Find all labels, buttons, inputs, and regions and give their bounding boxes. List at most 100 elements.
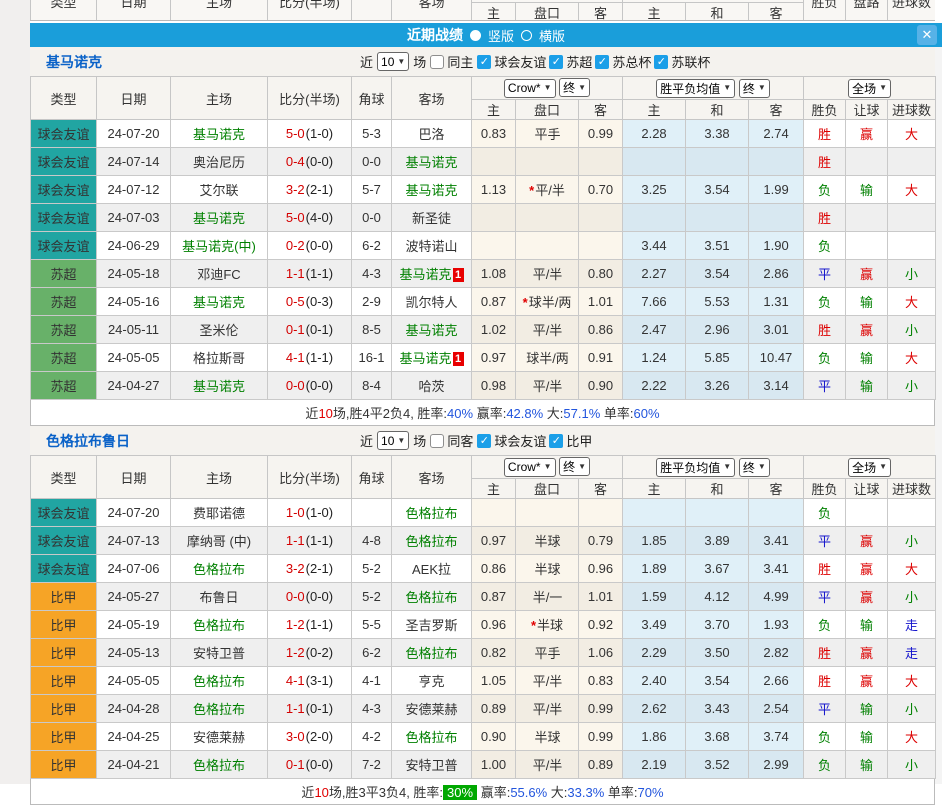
league-filter[interactable]: ✓苏超 [549, 52, 592, 71]
odds-company-select[interactable]: Crow*▼ [504, 458, 556, 477]
result-wdl: 负 [804, 344, 846, 372]
result-wdl: 胜 [804, 204, 846, 232]
away-team: 亨克 [418, 674, 444, 689]
score-cell: 0-2(0-0) [268, 232, 352, 260]
league-filter[interactable]: ✓苏联杯 [654, 52, 710, 71]
europe-odds-select[interactable]: 胜平负均值▼ [656, 79, 735, 98]
result-goals: 大 [888, 344, 936, 372]
result-wdl: 负 [804, 499, 846, 527]
league-filter[interactable]: ✓比甲 [549, 431, 592, 450]
col-away-label: 客场 [392, 0, 472, 21]
league-filter-label: 球会友谊 [494, 431, 546, 450]
match-count-select[interactable]: 10▼ [377, 431, 409, 450]
fulltime-score: 0-0 [286, 378, 305, 393]
checkbox-icon[interactable] [430, 434, 444, 448]
checkbox-icon[interactable]: ✓ [477, 434, 491, 448]
result-goals [888, 204, 936, 232]
col-type-label: 类型 [31, 0, 97, 21]
checkbox-icon[interactable] [430, 55, 444, 69]
match-row: 球会友谊 24-07-20 基马诺克 5-0(1-0) 5-3 巴洛 0.83 … [31, 120, 936, 148]
score-cell: 4-1(3-1) [268, 667, 352, 695]
halftime-score: (0-3) [306, 294, 333, 309]
home-team: 基马诺克 [193, 211, 245, 226]
summary-part: 近 [301, 785, 314, 800]
sub-draw-label: 和 [686, 3, 749, 22]
same-venue-filter[interactable]: 同客 [430, 431, 473, 450]
home-team: 基马诺克(中) [182, 239, 256, 254]
away-team-cell: AEK拉 [392, 555, 472, 583]
checkbox-icon[interactable]: ✓ [549, 434, 563, 448]
corner-count: 5-3 [352, 120, 392, 148]
same-venue-filter[interactable]: 同主 [430, 52, 473, 71]
europe-home-odds: 2.28 [623, 120, 686, 148]
result-handicap: 输 [846, 372, 888, 400]
match-count-value: 10 [381, 55, 394, 69]
europe-odds-value: 胜平负均值 [660, 459, 720, 476]
handicap-cell: 平/半 [516, 751, 579, 779]
odds-company-select[interactable]: Crow*▼ [504, 79, 556, 98]
handicap-line: 球半/两 [529, 295, 572, 310]
match-date: 24-07-06 [97, 555, 171, 583]
match-count-value: 10 [381, 434, 394, 448]
handicap-line: 半球 [534, 730, 560, 745]
odds-final-select[interactable]: 终▼ [559, 78, 590, 97]
league-filter[interactable]: ✓球会友谊 [477, 52, 546, 71]
europe-home-odds: 3.44 [623, 232, 686, 260]
away-team-cell: 基马诺克1 [392, 344, 472, 372]
home-team: 色格拉布 [193, 674, 245, 689]
vertical-layout-label[interactable]: 竖版 [488, 26, 514, 45]
scope-select[interactable]: 全场▼ [848, 458, 891, 477]
europe-home-odds: 2.19 [623, 751, 686, 779]
fulltime-score: 4-1 [286, 350, 305, 365]
corner-count: 7-2 [352, 751, 392, 779]
checkbox-icon[interactable]: ✓ [595, 55, 609, 69]
sections-container: 基马诺克 近 10▼ 场 同主 ✓球会友谊✓苏超✓苏总杯✓苏联杯 类型 [30, 47, 935, 805]
match-row: 比甲 24-04-21 色格拉布 0-1(0-0) 7-2 安特卫普 1.00 … [31, 751, 936, 779]
checkbox-icon[interactable]: ✓ [477, 55, 491, 69]
vertical-layout-radio[interactable] [470, 30, 481, 41]
scope-select[interactable]: 全场▼ [848, 79, 891, 98]
asian-away-odds: 0.79 [579, 527, 623, 555]
europe-odds-select[interactable]: 胜平负均值▼ [656, 458, 735, 477]
match-count-select[interactable]: 10▼ [377, 52, 409, 71]
halftime-score: (0-0) [306, 378, 333, 393]
summary-text: 近10场,胜3平3负4, 胜率:30% 赢率:55.6% 大:33.3% 单率:… [301, 782, 663, 801]
europe-final-select[interactable]: 终▼ [739, 79, 770, 98]
horizontal-layout-label[interactable]: 横版 [539, 26, 565, 45]
result-wdl: 平 [804, 372, 846, 400]
col-handicap-result-label: 让球 [846, 100, 888, 120]
handicap-cell [516, 232, 579, 260]
odds-final-select[interactable]: 终▼ [559, 457, 590, 476]
close-icon[interactable]: ✕ [917, 25, 937, 45]
result-handicap: 赢 [846, 120, 888, 148]
result-goals: 大 [888, 555, 936, 583]
col-score-label: 比分(半场) [268, 456, 352, 499]
fulltime-score: 0-5 [286, 294, 305, 309]
league-type-cell: 球会友谊 [31, 120, 97, 148]
handicap-cell: 平手 [516, 120, 579, 148]
europe-away-odds: 1.93 [749, 611, 804, 639]
league-type-cell: 比甲 [31, 723, 97, 751]
match-row: 苏超 24-05-18 邓迪FC 1-1(1-1) 4-3 基马诺克1 1.08… [31, 260, 936, 288]
league-filter[interactable]: ✓苏总杯 [595, 52, 651, 71]
home-team-cell: 色格拉布 [171, 555, 268, 583]
col-wdl-label: 胜负 [804, 0, 846, 21]
result-goals: 大 [888, 176, 936, 204]
summary-part: 33.3% [567, 785, 604, 800]
europe-final-select[interactable]: 终▼ [739, 458, 770, 477]
result-handicap [846, 499, 888, 527]
col-handicap-trend-label: 盘路 [846, 0, 888, 21]
away-team: 凯尔特人 [405, 295, 457, 310]
league-filter[interactable]: ✓球会友谊 [477, 431, 546, 450]
asian-away-odds: 0.99 [579, 120, 623, 148]
summary-text: 近10场,胜4平2负4, 胜率:40% 赢率:42.8% 大:57.1% 单率:… [305, 403, 659, 422]
checkbox-icon[interactable]: ✓ [654, 55, 668, 69]
result-wdl: 平 [804, 583, 846, 611]
sub-away-label: 客 [579, 100, 623, 120]
asian-home-odds: 1.08 [472, 260, 516, 288]
result-wdl: 平 [804, 695, 846, 723]
league-type-cell: 苏超 [31, 260, 97, 288]
horizontal-layout-radio[interactable] [521, 30, 532, 41]
checkbox-icon[interactable]: ✓ [549, 55, 563, 69]
handicap-cell: 平/半 [516, 372, 579, 400]
